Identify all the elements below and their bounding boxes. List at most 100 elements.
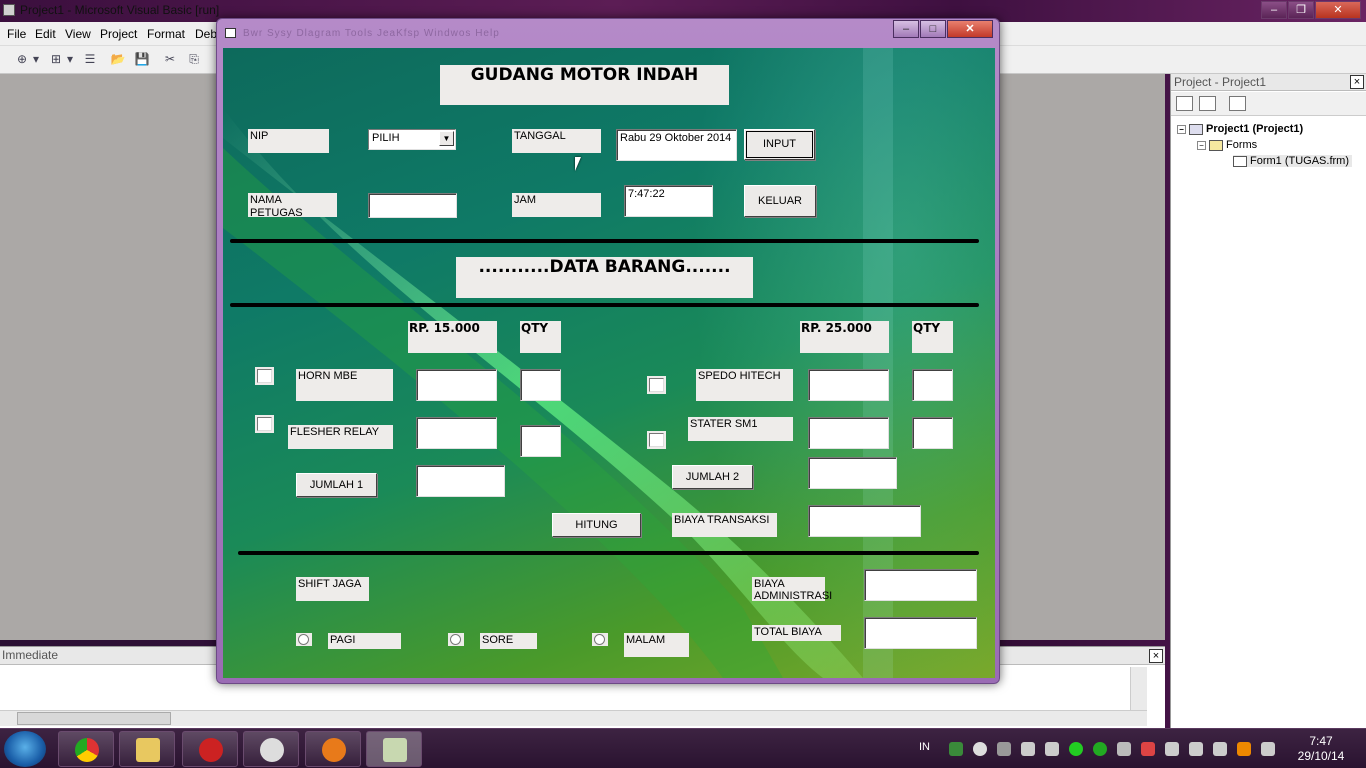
taskbar-app-orange[interactable] [305,731,361,767]
stater-sm1-label: STATER SM1 [688,417,793,441]
dropdown-arrow-icon[interactable]: ▾ [66,52,74,67]
save-icon[interactable]: 💾 [134,52,150,67]
spedo-hitech-label: SPEDO HITECH [696,369,793,401]
tray-icon[interactable] [1093,742,1107,756]
tree-form1[interactable]: Form1 (TUGAS.frm) [1233,155,1352,167]
tree-project[interactable]: − Project1 (Project1) [1177,123,1303,135]
minimize-button[interactable]: – [893,20,919,38]
menu-debug[interactable]: Deb [195,27,217,41]
jumlah1-button[interactable]: JUMLAH 1 [296,473,377,497]
tray-icon[interactable] [1045,742,1059,756]
tray-icon[interactable] [1189,742,1203,756]
tray-icon[interactable] [1237,742,1251,756]
close-icon[interactable]: × [1149,649,1163,663]
keluar-button[interactable]: KELUAR [744,185,816,217]
add-project-icon[interactable]: ⊕ [14,52,30,67]
tanggal-field[interactable]: Rabu 29 Oktober 2014 [616,129,737,161]
jumlah1-field[interactable] [416,465,505,497]
vertical-scrollbar[interactable] [1130,667,1147,711]
view-object-icon[interactable] [1199,96,1216,111]
input-button[interactable]: INPUT [744,129,815,160]
menu-format[interactable]: Format [147,27,185,41]
network-icon[interactable] [1213,742,1227,756]
jam-field[interactable]: 7:47:22 [624,185,713,217]
open-folder-icon[interactable]: 📂 [110,52,126,67]
clock[interactable]: 7:47 29/10/14 [1293,734,1349,764]
scroll-thumb[interactable] [17,712,171,725]
add-form-icon[interactable]: ⊞ [48,52,64,67]
dropdown-arrow-icon[interactable]: ▾ [32,52,40,67]
tray-icon[interactable] [1165,742,1179,756]
project-icon [1189,123,1203,135]
stater-qty-field[interactable] [912,417,953,449]
mouse-cursor [575,157,581,171]
collapse-icon[interactable]: − [1177,124,1186,134]
header-label: GUDANG MOTOR INDAH [440,65,729,105]
hitung-button[interactable]: HITUNG [552,513,641,537]
tanggal-label: TANGGAL [512,129,601,153]
volume-icon[interactable] [1261,742,1275,756]
biaya-administrasi-field[interactable] [864,569,977,601]
tray-icon[interactable] [1069,742,1083,756]
flesher-checkbox[interactable] [257,417,272,431]
taskbar-chrome[interactable] [58,731,114,767]
horn-qty-field[interactable] [520,369,561,401]
biaya-transaksi-field[interactable] [808,505,921,537]
jumlah2-button[interactable]: JUMLAH 2 [672,465,753,489]
minimize-button[interactable]: – [1261,1,1287,19]
maximize-button[interactable]: ❐ [1288,1,1314,19]
spedo-checkbox[interactable] [649,378,664,392]
collapse-icon[interactable]: − [1197,140,1206,150]
taskbar-explorer[interactable] [119,731,175,767]
spedo-price-field[interactable] [808,369,889,401]
stater-price-field[interactable] [808,417,889,449]
toggle-folders-icon[interactable] [1229,96,1246,111]
menu-project[interactable]: Project [100,27,137,41]
menu-edit[interactable]: Edit [35,27,56,41]
taskbar-app-penguin[interactable] [243,731,299,767]
stater-checkbox[interactable] [649,433,664,447]
qty2-label: QTY [912,321,953,353]
tree-forms-folder[interactable]: − Forms [1197,139,1257,151]
flesher-qty-field[interactable] [520,425,561,457]
tray-icon[interactable] [1141,742,1155,756]
tray-icon[interactable] [1117,742,1131,756]
view-code-icon[interactable] [1176,96,1193,111]
taskbar-vb6[interactable] [366,731,422,767]
close-icon[interactable]: × [1350,75,1364,89]
flesher-price-field[interactable] [416,417,497,449]
start-button[interactable] [4,731,46,767]
taskbar-app-devil[interactable] [182,731,238,767]
radio-circle-icon [298,634,309,645]
malam-label: MALAM [624,633,689,657]
nama-petugas-field[interactable] [368,193,457,218]
copy-icon[interactable]: ⎘ [186,52,202,67]
menu-file[interactable]: File [7,27,26,41]
pilih-combobox[interactable]: PILIH ▼ [368,129,456,150]
sore-radio[interactable] [448,633,464,646]
tree-project-label: Project1 (Project1) [1206,123,1304,135]
pagi-radio[interactable] [296,633,312,646]
malam-radio[interactable] [592,633,608,646]
menu-view[interactable]: View [65,27,91,41]
menu-editor-icon[interactable]: ☰ [82,52,98,67]
horn-price-field[interactable] [416,369,497,401]
tray-icon[interactable] [997,742,1011,756]
close-button[interactable]: ✕ [1315,1,1361,19]
tray-icon[interactable] [973,742,987,756]
project-explorer-toolbar [1171,92,1366,116]
tray-icon[interactable] [1021,742,1035,756]
language-indicator[interactable]: IN [919,741,930,753]
horizontal-scrollbar[interactable] [0,710,1147,726]
jumlah2-field[interactable] [808,457,897,489]
pilih-value: PILIH [372,132,400,144]
maximize-button[interactable]: □ [920,20,946,38]
close-button[interactable]: ✕ [947,20,993,38]
total-biaya-field[interactable] [864,617,977,649]
form1-title-bar[interactable]: Bwr Sysy Dlagram Tools JeaKfsp Windwos H… [217,19,999,47]
spedo-qty-field[interactable] [912,369,953,401]
chevron-down-icon[interactable]: ▼ [439,131,454,146]
cut-icon[interactable]: ✂ [162,52,178,67]
tray-icon[interactable] [949,742,963,756]
horn-checkbox[interactable] [257,369,272,383]
